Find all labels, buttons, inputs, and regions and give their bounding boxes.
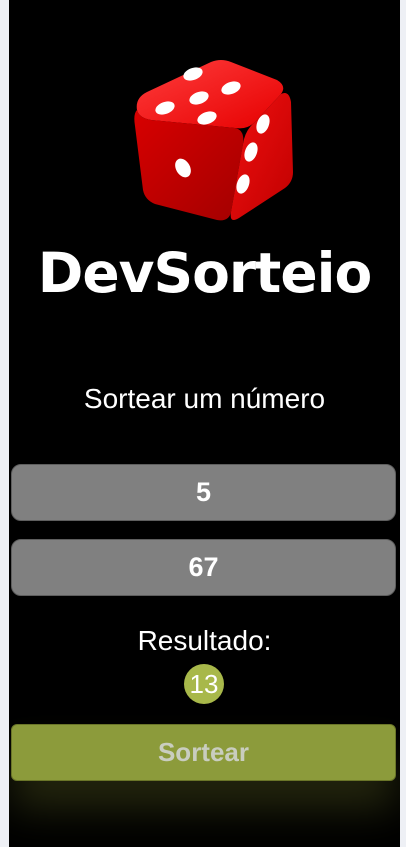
- min-number-input[interactable]: [11, 464, 396, 521]
- red-dice-icon: [134, 60, 293, 221]
- page-heading: Sortear um número: [83, 383, 326, 414]
- result-label: Resultado:: [137, 625, 272, 656]
- app-container: DevSorteio Sortear um número Resultado: …: [9, 0, 400, 847]
- draw-button[interactable]: Sortear: [11, 724, 396, 781]
- result-value-badge: 13: [184, 664, 224, 704]
- max-number-input[interactable]: [11, 539, 396, 596]
- brand-title: DevSorteio: [37, 241, 373, 305]
